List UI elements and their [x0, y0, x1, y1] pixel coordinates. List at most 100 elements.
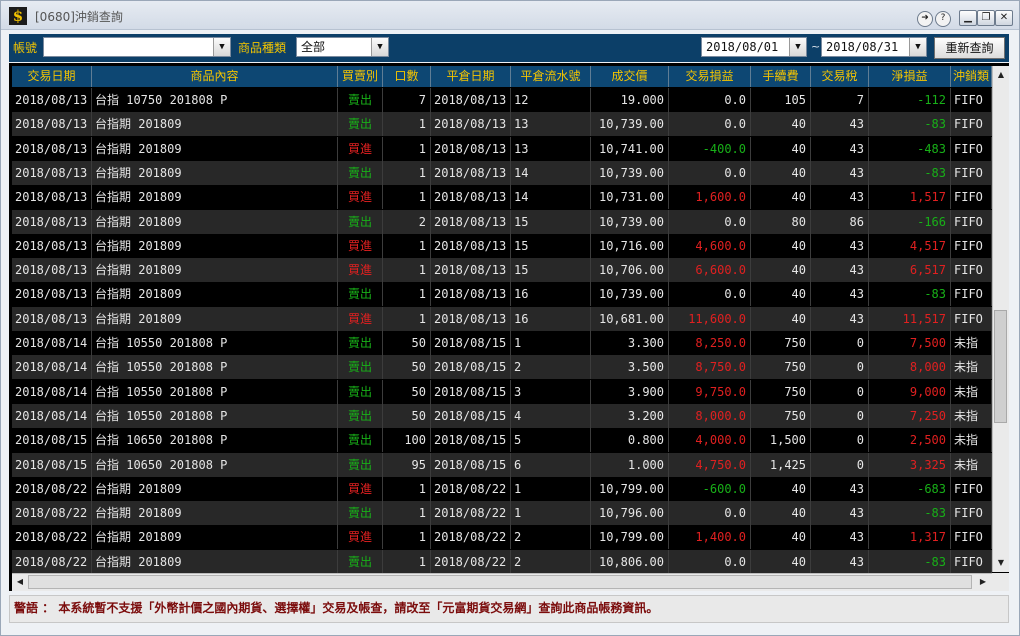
cell-tax: 0 [811, 355, 869, 380]
table-row[interactable]: 2018/08/14 台指 10550 201808 P 賣出 50 2018/08/1… [12, 403, 992, 428]
cell-trade-date: 2018/08/13 [12, 112, 92, 137]
date-to-value: 2018/08/31 [826, 40, 899, 54]
table-row[interactable]: 2018/08/15 台指 10650 201808 P 賣出 95 2018/08/1… [12, 452, 992, 477]
requery-button[interactable]: 重新查詢 [934, 37, 1005, 59]
table-row[interactable]: 2018/08/13 台指期 201809 買進 1 2018/08/13 15 10,71… [12, 233, 992, 258]
cell-fee: 40 [751, 501, 811, 526]
table-row[interactable]: 2018/08/13 台指期 201809 賣出 1 2018/08/13 13 10,73… [12, 112, 992, 137]
cell-offset-type: FIFO [951, 258, 992, 283]
header-trade-pnl[interactable]: 交易損益 [669, 66, 751, 87]
header-close-serial[interactable]: 平倉流水號 [511, 66, 591, 87]
cell-trade-pnl: 0.0 [669, 549, 751, 574]
table-row[interactable]: 2018/08/13 台指 10750 201808 P 賣出 7 2018/08/13… [12, 88, 992, 112]
cell-trade-pnl: 1,600.0 [669, 185, 751, 210]
cell-side: 賣出 [338, 160, 383, 185]
header-price[interactable]: 成交價 [591, 66, 669, 87]
close-icon[interactable]: ✕ [995, 10, 1013, 26]
dropdown-arrow-icon[interactable]: ▼ [909, 38, 926, 56]
cell-price: 10,739.00 [591, 209, 669, 234]
header-offset-type[interactable]: 沖銷類 [951, 66, 992, 87]
cell-offset-type: 未指 [951, 355, 992, 380]
cell-product: 台指期 201809 [92, 112, 338, 137]
account-combo[interactable]: ▼ [43, 37, 231, 57]
cell-trade-date: 2018/08/22 [12, 476, 92, 501]
cell-offset-type: FIFO [951, 306, 992, 331]
restore-pin-icon[interactable]: ➜ [917, 11, 933, 27]
table-row[interactable]: 2018/08/13 台指期 201809 買進 1 2018/08/13 13 10,74… [12, 136, 992, 161]
header-close-date[interactable]: 平倉日期 [431, 66, 511, 87]
header-lots[interactable]: 口數 [383, 66, 431, 87]
scroll-down-arrow-icon[interactable]: ▼ [994, 556, 1008, 570]
cell-side: 賣出 [338, 403, 383, 428]
cell-close-serial: 2 [511, 549, 591, 574]
header-fee[interactable]: 手續費 [751, 66, 811, 87]
vertical-scrollbar[interactable]: ▲ ▼ [992, 66, 1009, 572]
cell-fee: 40 [751, 282, 811, 307]
dropdown-arrow-icon[interactable]: ▼ [213, 38, 230, 56]
vertical-scroll-thumb[interactable] [994, 310, 1007, 423]
scroll-right-arrow-icon[interactable]: ▶ [976, 575, 990, 589]
table-row[interactable]: 2018/08/15 台指 10650 201808 P 賣出 100 2018/08/… [12, 428, 992, 453]
header-trade-date[interactable]: 交易日期 [12, 66, 92, 87]
horizontal-scroll-thumb[interactable] [28, 575, 972, 589]
dropdown-arrow-icon[interactable]: ▼ [371, 38, 388, 56]
table-row[interactable]: 2018/08/13 台指期 201809 買進 1 2018/08/13 15 10,70… [12, 258, 992, 283]
dropdown-arrow-icon[interactable]: ▼ [789, 38, 806, 56]
help-icon[interactable]: ? [935, 11, 951, 27]
cell-product: 台指 10550 201808 P [92, 355, 338, 380]
cell-offset-type: FIFO [951, 525, 992, 550]
scroll-up-arrow-icon[interactable]: ▲ [994, 68, 1008, 82]
cell-side: 買進 [338, 258, 383, 283]
cell-net-pnl: 7,250 [869, 403, 951, 428]
cell-side: 賣出 [338, 282, 383, 307]
table-row[interactable]: 2018/08/14 台指 10550 201808 P 賣出 50 2018/08/1… [12, 379, 992, 404]
cell-price: 10,741.00 [591, 136, 669, 161]
table-row[interactable]: 2018/08/22 台指期 201809 買進 1 2018/08/22 2 10,799… [12, 525, 992, 550]
header-side[interactable]: 買賣別 [338, 66, 383, 87]
header-tax[interactable]: 交易稅 [811, 66, 869, 87]
table-row[interactable]: 2018/08/13 台指期 201809 賣出 2 2018/08/13 15 10,73… [12, 209, 992, 234]
account-label: 帳號 [13, 41, 38, 55]
cell-close-date: 2018/08/13 [431, 136, 511, 161]
cell-product: 台指 10550 201808 P [92, 379, 338, 404]
cell-trade-date: 2018/08/15 [12, 452, 92, 477]
scroll-left-arrow-icon[interactable]: ◀ [13, 575, 27, 589]
cell-side: 賣出 [338, 209, 383, 234]
title-bar[interactable]: $ [0680]沖銷查詢 ➜ ? ▁ ❐ ✕ [1, 1, 1019, 30]
date-to-picker[interactable]: 2018/08/31 ▼ [821, 37, 927, 57]
cell-close-serial: 1 [511, 331, 591, 355]
minimize-icon[interactable]: ▁ [959, 10, 977, 26]
table-row[interactable]: 2018/08/22 台指期 201809 賣出 1 2018/08/22 1 10,796… [12, 501, 992, 526]
cell-side: 買進 [338, 233, 383, 258]
table-row[interactable]: 2018/08/14 台指 10550 201808 P 賣出 50 2018/08/1… [12, 355, 992, 380]
table-row[interactable]: 2018/08/13 台指期 201809 賣出 1 2018/08/13 14 10,73… [12, 160, 992, 185]
table-row[interactable]: 2018/08/22 台指期 201809 賣出 1 2018/08/22 2 10,806… [12, 549, 992, 574]
product-type-combo[interactable]: 全部 ▼ [296, 37, 389, 57]
cell-close-date: 2018/08/13 [431, 209, 511, 234]
cell-offset-type: 未指 [951, 428, 992, 453]
cell-net-pnl: 8,000 [869, 355, 951, 380]
cell-product: 台指期 201809 [92, 525, 338, 550]
cell-price: 10,731.00 [591, 185, 669, 210]
header-net-pnl[interactable]: 淨損益 [869, 66, 951, 87]
cell-offset-type: FIFO [951, 282, 992, 307]
table-row[interactable]: 2018/08/13 台指期 201809 買進 1 2018/08/13 14 10,73… [12, 185, 992, 210]
header-product[interactable]: 商品內容 [92, 66, 338, 87]
cell-close-date: 2018/08/15 [431, 355, 511, 380]
cell-close-date: 2018/08/15 [431, 403, 511, 428]
table-row[interactable]: 2018/08/13 台指期 201809 買進 1 2018/08/13 16 10,68… [12, 306, 992, 331]
maximize-icon[interactable]: ❐ [977, 10, 995, 26]
cell-net-pnl: -683 [869, 476, 951, 501]
cell-trade-pnl: 0.0 [669, 88, 751, 112]
cell-product: 台指期 201809 [92, 282, 338, 307]
cell-close-serial: 12 [511, 88, 591, 112]
date-from-picker[interactable]: 2018/08/01 ▼ [701, 37, 807, 57]
table-row[interactable]: 2018/08/13 台指期 201809 賣出 1 2018/08/13 16 10,73… [12, 282, 992, 307]
cell-product: 台指期 201809 [92, 233, 338, 258]
cell-price: 1.000 [591, 452, 669, 477]
query-window: $ [0680]沖銷查詢 ➜ ? ▁ ❐ ✕ 帳號 ▼ 商品種類 全部 ▼ 20… [0, 0, 1020, 636]
table-row[interactable]: 2018/08/14 台指 10550 201808 P 賣出 50 2018/08/1… [12, 331, 992, 355]
horizontal-scrollbar[interactable]: ◀ ▶ [12, 573, 992, 591]
table-row[interactable]: 2018/08/22 台指期 201809 買進 1 2018/08/22 1 10,799… [12, 476, 992, 501]
cell-trade-date: 2018/08/13 [12, 306, 92, 331]
